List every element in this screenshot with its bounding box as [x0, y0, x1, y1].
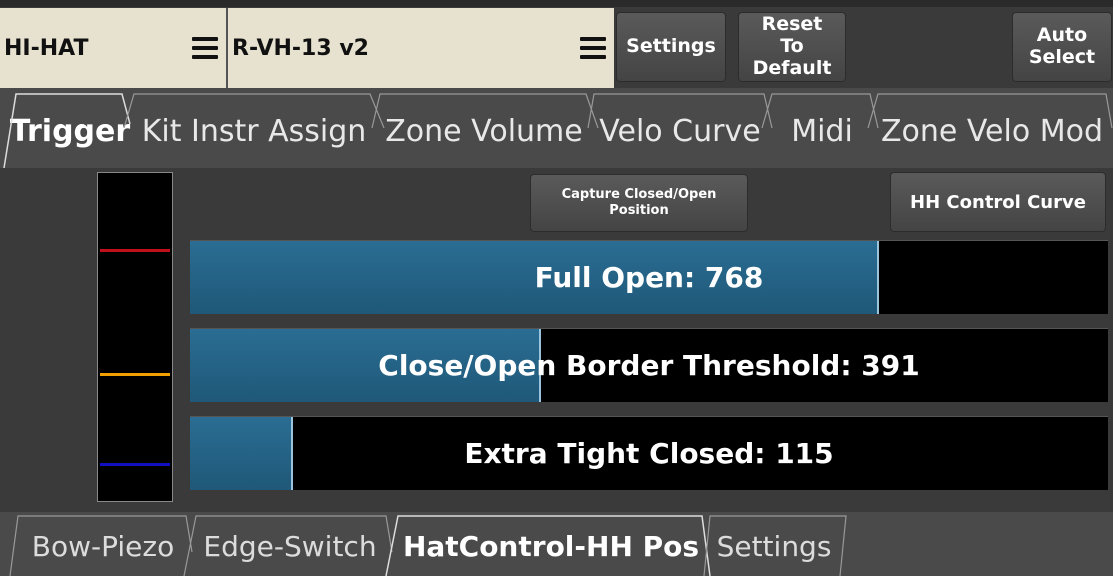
- threshold-marker: [100, 373, 170, 376]
- bottom-tab-outline: [9, 515, 847, 576]
- slider-label: Extra Tight Closed: 115: [464, 437, 834, 470]
- reset-to-default-button[interactable]: Reset To Default: [738, 12, 846, 82]
- extra-tight-closed-slider[interactable]: Extra Tight Closed: 115: [190, 416, 1108, 490]
- model-selector-label: R-VH-13 v2: [232, 35, 369, 61]
- bottom-tab-bar: Bow-Piezo Edge-Switch HatControl-HH Pos …: [0, 512, 1113, 576]
- full-open-marker: [100, 249, 170, 252]
- hamburger-menu-icon[interactable]: [192, 37, 218, 59]
- top-bar: HI-HAT R-VH-13 v2 Settings Reset To Defa…: [0, 0, 1113, 88]
- top-edge: [0, 0, 1113, 7]
- hamburger-menu-icon[interactable]: [580, 37, 606, 59]
- close-open-threshold-slider[interactable]: Close/Open Border Threshold: 391: [190, 328, 1108, 402]
- settings-button[interactable]: Settings: [616, 12, 726, 82]
- hh-control-curve-button[interactable]: HH Control Curve: [890, 172, 1106, 232]
- slider-label: Full Open: 768: [534, 261, 764, 294]
- instrument-selector-label: HI-HAT: [4, 35, 89, 61]
- auto-select-button[interactable]: Auto Select: [1012, 12, 1112, 82]
- tab-outline: [3, 93, 1113, 168]
- model-selector[interactable]: R-VH-13 v2: [228, 8, 614, 88]
- instrument-selector[interactable]: HI-HAT: [0, 8, 228, 88]
- hh-position-meter: [97, 172, 173, 502]
- capture-closed-open-position-button[interactable]: Capture Closed/Open Position: [530, 174, 748, 232]
- top-tab-bar: Trigger Kit Instr Assign Zone Volume Vel…: [0, 88, 1113, 168]
- extra-tight-marker: [100, 463, 170, 466]
- full-open-slider[interactable]: Full Open: 768: [190, 240, 1108, 314]
- slider-label: Close/Open Border Threshold: 391: [378, 349, 920, 382]
